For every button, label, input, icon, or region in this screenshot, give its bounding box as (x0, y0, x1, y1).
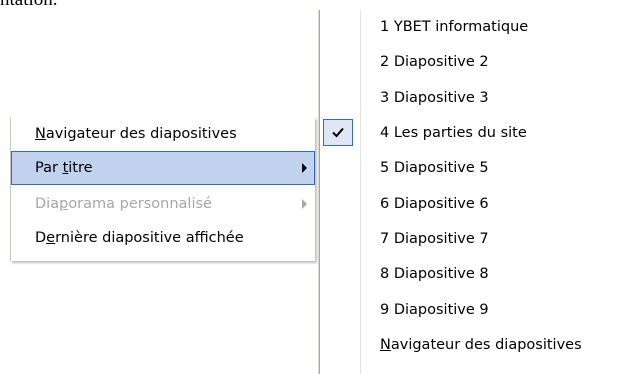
slide-item-5[interactable]: 5 Diapositive 5 (320, 151, 632, 185)
menu-item-label: Dernière diapositive affichée (35, 230, 244, 246)
background-document-text: ntation. (0, 0, 58, 11)
menu-item-derniere-diapositive[interactable]: Dernière diapositive affichée (11, 221, 315, 255)
slide-item-label: 1 YBET informatique (380, 19, 529, 35)
slide-item-9[interactable]: 9 Diapositive 9 (320, 293, 632, 327)
slide-item-8[interactable]: 8 Diapositive 8 (320, 257, 632, 291)
menu-item-label: Diaporama personnalisé (35, 196, 212, 212)
slide-item-3[interactable]: 3 Diapositive 3 (320, 81, 632, 115)
menu-item-label: Navigateur des diapositives (35, 126, 237, 142)
slide-item-label: 4 Les parties du site (380, 125, 527, 141)
slide-item-label: 3 Diapositive 3 (380, 90, 489, 106)
menu-item-navigateur[interactable]: Navigateur des diapositives (11, 117, 315, 151)
submenu-par-titre: 1 YBET informatique 2 Diapositive 2 3 Di… (319, 10, 632, 374)
menu-item-label: Navigateur des diapositives (380, 337, 582, 353)
menu-item-diaporama-personnalise: Diaporama personnalisé (11, 187, 315, 221)
slide-item-label: 2 Diapositive 2 (380, 54, 489, 70)
slide-item-label: 5 Diapositive 5 (380, 160, 489, 176)
menu-item-label: Par titre (35, 160, 93, 176)
slide-item-label: 6 Diapositive 6 (380, 196, 489, 212)
slide-item-2[interactable]: 2 Diapositive 2 (320, 45, 632, 79)
slide-item-7[interactable]: 7 Diapositive 7 (320, 222, 632, 256)
arrow-right-icon (302, 163, 307, 173)
menu-item-par-titre[interactable]: Par titre (11, 151, 315, 185)
menu-item-navigateur-diapositives[interactable]: Navigateur des diapositives (320, 328, 632, 362)
slide-item-label: 7 Diapositive 7 (380, 231, 489, 247)
context-menu: Navigateur des diapositives Par titre Di… (10, 117, 315, 261)
slide-item-label: 8 Diapositive 8 (380, 266, 489, 282)
slide-item-1[interactable]: 1 YBET informatique (320, 10, 632, 44)
arrow-right-icon (302, 199, 307, 209)
slide-item-4[interactable]: 4 Les parties du site (320, 116, 632, 150)
slide-item-label: 9 Diapositive 9 (380, 302, 489, 318)
slide-item-6[interactable]: 6 Diapositive 6 (320, 187, 632, 221)
check-icon (323, 119, 353, 146)
